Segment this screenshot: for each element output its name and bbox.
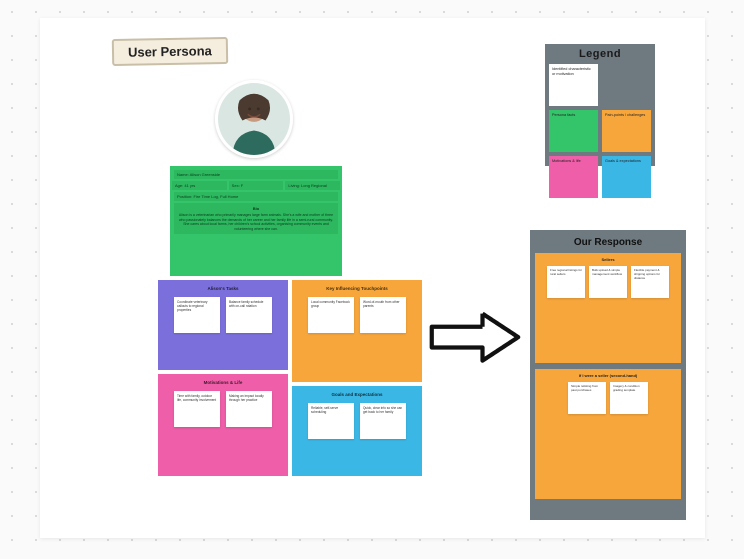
- quadrant-influences[interactable]: Key Influencing Touchpoints Local commun…: [292, 280, 422, 382]
- legend-panel[interactable]: Legend Identified characteristic or moti…: [545, 44, 655, 166]
- avatar-placeholder-icon: [218, 83, 290, 155]
- bio-age: Age: 41 yrs: [172, 181, 227, 190]
- quadrant-challenges[interactable]: Alison's Tasks Coordinate veterinary cal…: [158, 280, 288, 370]
- bio-name: Name: Alison Greenside: [174, 170, 338, 179]
- legend-item: Goals & expectations: [602, 156, 651, 198]
- sticky-note[interactable]: Free regional listings for rural sellers: [547, 266, 585, 298]
- legend-item: Identified characteristic or motivation: [549, 64, 598, 106]
- quadrant-challenges-title: Alison's Tasks: [162, 286, 284, 291]
- sticky-note[interactable]: Local community Facebook group: [308, 297, 354, 333]
- response-title: Our Response: [535, 237, 681, 248]
- quadrant-goals-title: Goals and Expectations: [296, 392, 418, 397]
- sticky-note[interactable]: Imagery & condition grading template: [610, 382, 648, 414]
- sticky-note[interactable]: Making an impact locally through her pra…: [226, 391, 272, 427]
- sticky-note[interactable]: Word-of-mouth from other parents: [360, 297, 406, 333]
- response-panel[interactable]: Our Response Sellers Free regional listi…: [530, 230, 686, 520]
- bio-description: Bio Alison is a veterinarian who primari…: [174, 203, 338, 234]
- sticky-note[interactable]: Quick, clear info so she can get back to…: [360, 403, 406, 439]
- sticky-note[interactable]: Time with family, outdoor life, communit…: [174, 391, 220, 427]
- sticky-note[interactable]: Flexible payment & shipping options for …: [631, 266, 669, 298]
- persona-avatar: [215, 80, 293, 158]
- sticky-note[interactable]: Simple relisting from past purchases: [568, 382, 606, 414]
- bio-gender: Sex: F: [229, 181, 284, 190]
- design-canvas[interactable]: User Persona Name: Alison Greenside Age:…: [40, 18, 705, 538]
- response-block-secondhand[interactable]: If I were a seller (second-hand) Simple …: [535, 369, 681, 499]
- sticky-note[interactable]: Reliable, self-serve scheduling: [308, 403, 354, 439]
- legend-item: Pain-points / challenges: [602, 110, 651, 152]
- legend-item-empty: [602, 64, 651, 106]
- sticky-note[interactable]: Bulk upload & simple management workflow: [589, 266, 627, 298]
- quadrant-motivations-title: Motivations & Life: [162, 380, 284, 385]
- response-block-sellers[interactable]: Sellers Free regional listings for rural…: [535, 253, 681, 363]
- legend-title: Legend: [549, 48, 651, 60]
- arrow-icon: [428, 308, 522, 366]
- persona-bio-card: Name: Alison Greenside Age: 41 yrs Sex: …: [170, 166, 342, 276]
- bio-location: Living: Long Regional: [285, 181, 340, 190]
- sticky-note[interactable]: Coordinate veterinary callouts to region…: [174, 297, 220, 333]
- legend-item: Motivations & life: [549, 156, 598, 198]
- bio-position: Position: Fire Time Log, Full Home: [174, 192, 338, 201]
- quadrant-motivations[interactable]: Motivations & Life Time with family, out…: [158, 374, 288, 476]
- response-block-subtitle: If I were a seller (second-hand): [539, 373, 677, 378]
- quadrant-goals[interactable]: Goals and Expectations Reliable, self-se…: [292, 386, 422, 476]
- sticky-note[interactable]: Balance family schedule with on-call rot…: [226, 297, 272, 333]
- response-block-subtitle: Sellers: [539, 257, 677, 262]
- quadrant-influences-title: Key Influencing Touchpoints: [296, 286, 418, 291]
- persona-title-sticker: User Persona: [112, 37, 228, 66]
- legend-item: Persona facts: [549, 110, 598, 152]
